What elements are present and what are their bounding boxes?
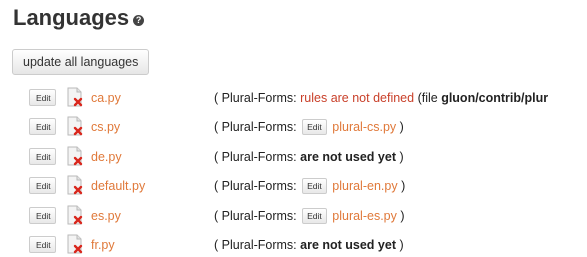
edit-plural-button[interactable]: Edit [302, 178, 327, 194]
page-title-text: Languages [13, 5, 130, 30]
plural-forms-info: ( Plural-Forms: are not used yet ) [214, 238, 404, 252]
edit-button[interactable]: Edit [29, 148, 56, 165]
delete-file-icon[interactable] [66, 146, 84, 166]
plural-forms-info: ( Plural-Forms: are not used yet ) [214, 150, 404, 164]
language-row-fr: Edit fr.py ( Plural-Forms: are not used … [0, 233, 587, 257]
language-file-link[interactable]: cs.py [91, 119, 120, 135]
plural-file-link[interactable]: plural-cs.py [332, 120, 396, 134]
delete-file-icon[interactable] [66, 116, 84, 136]
language-file-link[interactable]: de.py [91, 149, 122, 165]
edit-plural-button[interactable]: Edit [302, 119, 327, 135]
rules-not-defined-text: rules are not defined [300, 91, 415, 105]
delete-file-icon[interactable] [66, 175, 84, 195]
update-all-languages-button[interactable]: update all languages [12, 49, 150, 75]
language-file-link[interactable]: es.py [91, 208, 121, 224]
plural-file-link[interactable]: plural-en.py [332, 179, 397, 193]
delete-file-icon[interactable] [66, 205, 84, 225]
plural-forms-info: ( Plural-Forms: rules are not defined (f… [214, 91, 549, 105]
not-used-text: are not used yet [300, 150, 396, 164]
delete-file-icon[interactable] [66, 87, 84, 107]
edit-button[interactable]: Edit [29, 236, 56, 253]
plural-file-link[interactable]: plural-es.py [332, 209, 397, 223]
edit-button[interactable]: Edit [29, 177, 56, 194]
plural-forms-info: ( Plural-Forms: Edit plural-es.py ) [214, 208, 405, 224]
language-row-es: Edit es.py ( Plural-Forms: Edit plural-e… [0, 204, 587, 228]
edit-plural-button[interactable]: Edit [302, 208, 327, 224]
language-row-ca: Edit ca.py ( Plural-Forms: rules are not… [0, 86, 587, 110]
language-row-de: Edit de.py ( Plural-Forms: are not used … [0, 145, 587, 169]
page-title: Languages? [13, 3, 145, 33]
language-row-default: Edit default.py ( Plural-Forms: Edit plu… [0, 174, 587, 198]
language-file-link[interactable]: fr.py [91, 237, 115, 253]
plural-forms-info: ( Plural-Forms: Edit plural-cs.py ) [214, 119, 404, 135]
language-file-link[interactable]: default.py [91, 178, 145, 194]
edit-button[interactable]: Edit [29, 118, 56, 135]
rules-file-path: gluon/contrib/plur [441, 91, 549, 105]
plural-forms-info: ( Plural-Forms: Edit plural-en.py ) [214, 178, 406, 194]
edit-button[interactable]: Edit [29, 89, 56, 106]
not-used-text: are not used yet [300, 238, 396, 252]
question-circle-icon[interactable]: ? [133, 15, 145, 26]
language-row-cs: Edit cs.py ( Plural-Forms: Edit plural-c… [0, 115, 587, 139]
delete-file-icon[interactable] [66, 234, 84, 254]
edit-button[interactable]: Edit [29, 207, 56, 224]
language-file-link[interactable]: ca.py [91, 90, 121, 106]
